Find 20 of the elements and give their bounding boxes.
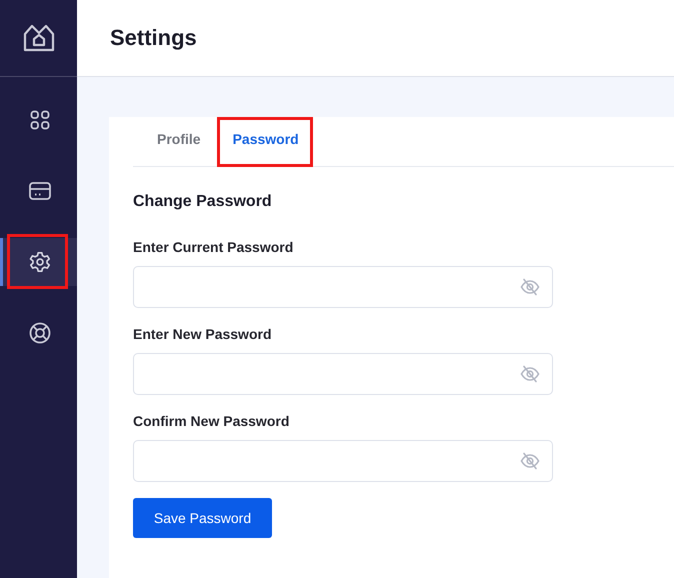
tab[interactable]: Password <box>216 117 315 166</box>
eye-off-icon[interactable] <box>520 278 540 296</box>
page-title: Settings <box>110 25 197 51</box>
section-heading: Change Password <box>133 193 273 211</box>
field-label: Enter New Password <box>133 326 272 342</box>
field-label: Enter Current Password <box>133 239 294 255</box>
eye-off-icon[interactable] <box>520 365 540 383</box>
tab[interactable]: Profile <box>141 117 217 166</box>
nav-item[interactable] <box>0 238 77 286</box>
password-field[interactable] <box>133 353 553 395</box>
save-password-button[interactable]: Save Password <box>133 498 272 538</box>
lifebuoy-icon <box>29 322 51 344</box>
card-icon <box>29 182 51 200</box>
field-label: Confirm New Password <box>133 413 290 429</box>
grid-icon <box>30 110 50 130</box>
eye-off-icon[interactable] <box>520 452 540 470</box>
settings-icon <box>29 251 51 273</box>
password-field[interactable] <box>133 266 553 308</box>
house-logo-icon <box>22 24 54 52</box>
password-field[interactable] <box>133 440 553 482</box>
